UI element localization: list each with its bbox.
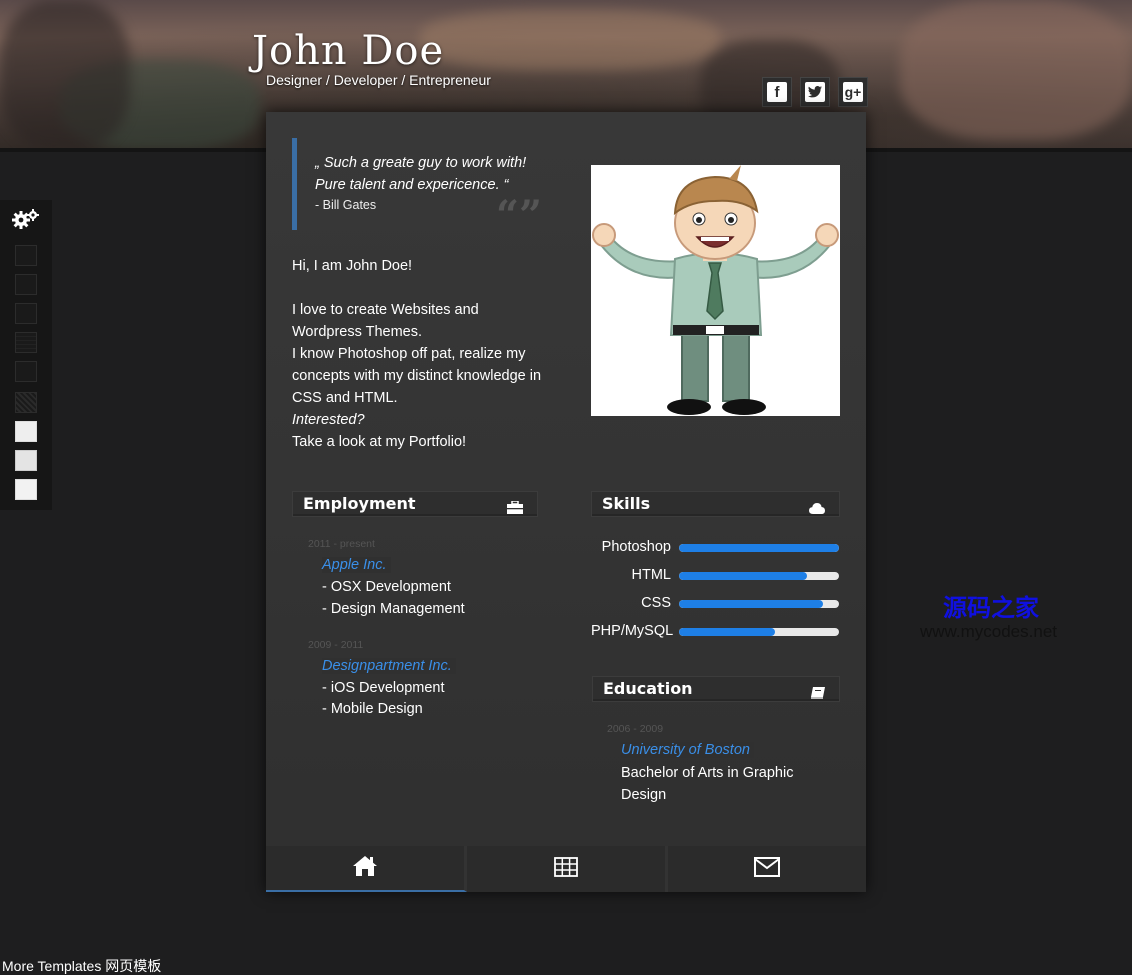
- skill-label: CSS: [641, 595, 671, 611]
- skill-bar: [679, 572, 839, 580]
- job-duty: - Design Management: [322, 601, 465, 617]
- skills-title: Skills: [602, 494, 651, 513]
- job-company[interactable]: Designpartment Inc.: [322, 658, 456, 674]
- watermark-url: www.mycodes.net: [920, 622, 1057, 641]
- skill-bar: [679, 544, 839, 552]
- avatar: [591, 165, 840, 416]
- watermark-logo-text: 源码之家: [943, 594, 1039, 622]
- education-school[interactable]: University of Boston: [621, 742, 754, 758]
- theme-swatch[interactable]: [15, 361, 37, 382]
- envelope-icon: [754, 857, 780, 881]
- quote-line-1: „ Such a greate guy to work with!: [315, 155, 527, 171]
- tab-portfolio[interactable]: [467, 846, 668, 892]
- skill-label: Photoshop: [601, 539, 671, 555]
- resume-card: „ Such a greate guy to work with! Pure t…: [266, 112, 866, 892]
- employment-title: Employment: [303, 494, 416, 513]
- twitter-icon: [805, 82, 825, 102]
- style-switcher: [0, 200, 52, 510]
- skill-bar-fill: [679, 544, 839, 552]
- bottom-nav: [266, 846, 866, 892]
- page-title: John Doe: [252, 28, 445, 74]
- job-period: 2011 - present: [308, 538, 375, 550]
- quote-mark-icon: “”: [495, 192, 542, 239]
- tagline: Designer / Developer / Entrepreneur: [266, 72, 491, 88]
- theme-swatch[interactable]: [15, 450, 37, 471]
- skill-bar: [679, 600, 839, 608]
- job-duty: - Mobile Design: [322, 701, 423, 717]
- job-period: 2009 - 2011: [308, 639, 364, 651]
- skill-label: HTML: [631, 567, 671, 583]
- theme-swatch[interactable]: [15, 274, 37, 295]
- theme-swatch[interactable]: [15, 245, 37, 266]
- gear-icon[interactable]: [12, 208, 40, 234]
- skill-bar-fill: [679, 600, 823, 608]
- employment-header: Employment: [292, 491, 538, 517]
- intro-line-3: Interested?: [292, 412, 365, 428]
- education-period: 2006 - 2009: [607, 723, 664, 735]
- theme-swatch[interactable]: [15, 479, 37, 500]
- facebook-button[interactable]: f: [762, 77, 792, 107]
- intro-line-2: I know Photoshop off pat, realize my con…: [292, 346, 542, 406]
- cloud-icon: [809, 497, 825, 521]
- google-plus-button[interactable]: g+: [838, 77, 868, 107]
- google-plus-icon: g+: [843, 82, 863, 102]
- twitter-button[interactable]: [800, 77, 830, 107]
- theme-swatch[interactable]: [15, 421, 37, 442]
- education-degree: Bachelor of Arts in Graphic Design: [621, 765, 794, 803]
- theme-swatch[interactable]: [15, 332, 37, 353]
- job-duty: - OSX Development: [322, 579, 451, 595]
- home-icon: [352, 855, 378, 881]
- job-company[interactable]: Apple Inc.: [322, 557, 391, 573]
- skill-label: PHP/MySQL: [591, 623, 674, 639]
- job-duty: - iOS Development: [322, 680, 445, 696]
- more-templates-link[interactable]: More Templates 网页模板: [2, 956, 161, 975]
- facebook-icon: f: [767, 82, 787, 102]
- briefcase-icon: [507, 497, 523, 521]
- theme-swatch[interactable]: [15, 303, 37, 324]
- testimonial-quote: „ Such a greate guy to work with! Pure t…: [292, 138, 542, 236]
- intro-text: Hi, I am John Doe! I love to create Webs…: [292, 255, 542, 453]
- intro-line-4: Take a look at my Portfolio!: [292, 434, 467, 450]
- tab-contact[interactable]: [668, 846, 866, 892]
- intro-greeting: Hi, I am John Doe!: [292, 258, 413, 274]
- social-links: f g+: [762, 77, 868, 107]
- book-icon: [811, 682, 825, 706]
- intro-line-1: I love to create Websites and Wordpress …: [292, 302, 479, 340]
- tab-home[interactable]: [266, 846, 467, 892]
- skill-bar-fill: [679, 572, 807, 580]
- grid-icon: [554, 857, 578, 881]
- skill-bar: [679, 628, 839, 636]
- skills-header: Skills: [591, 491, 840, 517]
- education-header: Education: [592, 676, 840, 702]
- skill-bar-fill: [679, 628, 775, 636]
- theme-swatch[interactable]: [15, 392, 37, 413]
- education-title: Education: [603, 679, 693, 698]
